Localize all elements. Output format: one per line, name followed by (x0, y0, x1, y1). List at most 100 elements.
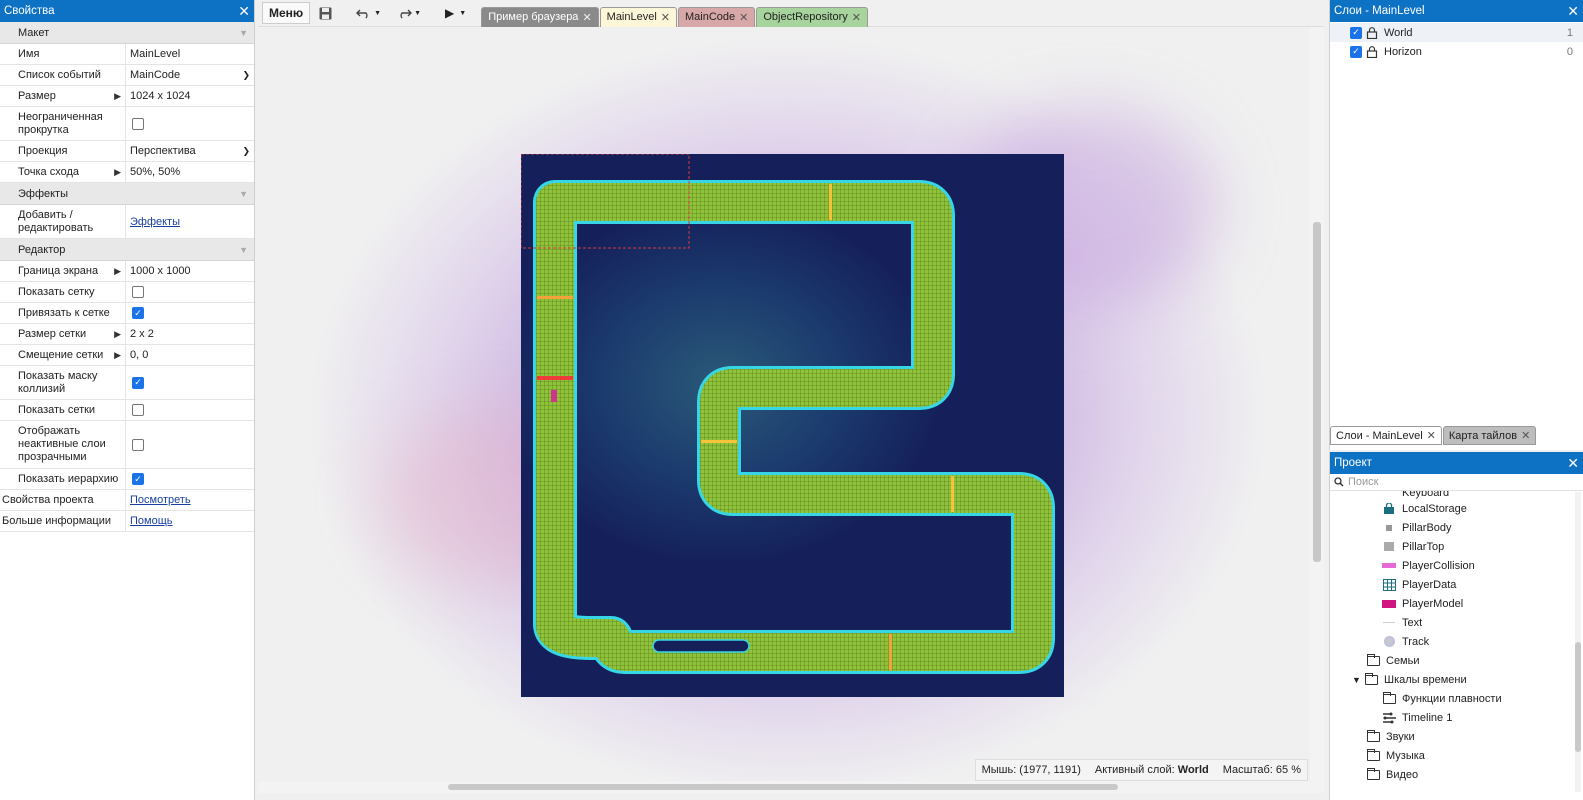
tree-item-playerdata[interactable]: PlayerData (1330, 575, 1583, 594)
close-icon[interactable]: ✕ (852, 11, 861, 24)
level-area[interactable] (520, 145, 1064, 697)
tree-item-timeline[interactable]: Timeline 1 (1330, 708, 1583, 727)
tree-label: Звуки (1386, 730, 1415, 743)
tree-item-pillarbody[interactable]: PillarBody (1330, 518, 1583, 537)
expand-icon[interactable]: ▶ (114, 90, 121, 103)
search-input[interactable]: Поиск (1330, 474, 1583, 491)
mesh-checkbox[interactable] (132, 404, 144, 416)
document-tabs: Пример браузера ✕ MainLevel ✕ MainCode ✕ Ob… (480, 0, 868, 27)
close-icon[interactable]: ✕ (582, 11, 591, 24)
tab-browser-example[interactable]: Пример браузера ✕ (481, 6, 599, 27)
tree-item-playercollision[interactable]: PlayerCollision (1330, 556, 1583, 575)
chevron-down-icon[interactable]: ▼ (414, 10, 421, 17)
prop-label-size[interactable]: Размер ▶ (0, 86, 126, 106)
screen-field[interactable]: 1000 x 1000 (126, 261, 254, 281)
vertical-scrollbar[interactable] (1575, 492, 1581, 792)
tree-item-keyboard[interactable]: Keyboard (1330, 491, 1583, 499)
folder-icon (1364, 672, 1378, 686)
scrollbar-thumb[interactable] (1313, 222, 1321, 562)
tree-label: PillarTop (1402, 540, 1445, 553)
grid-size-field[interactable]: 2 x 2 (126, 324, 254, 344)
snap-checkbox[interactable]: ✓ (132, 307, 144, 319)
tab-label: Карта тайлов (1448, 429, 1518, 442)
vanish-field[interactable]: 50%, 50% (126, 162, 254, 182)
tree-item-localstorage[interactable]: LocalStorage (1330, 499, 1583, 518)
hierarchy-checkbox[interactable]: ✓ (132, 473, 144, 485)
name-field[interactable]: MainLevel (126, 44, 254, 64)
tree-folder-easing[interactable]: Функции плавности (1330, 689, 1583, 708)
tree-item-text[interactable]: Text (1330, 613, 1583, 632)
collapse-icon[interactable]: ▼ (239, 28, 248, 38)
tree-item-track[interactable]: Track (1330, 632, 1583, 651)
close-icon[interactable]: ✕ (661, 11, 670, 24)
inactive-checkbox[interactable] (132, 438, 144, 451)
lock-icon[interactable] (1366, 45, 1378, 58)
tree-label: PlayerCollision (1402, 559, 1475, 572)
section-editor[interactable]: Редактор ▼ (0, 239, 254, 261)
tree-folder-families[interactable]: Семьи (1330, 651, 1583, 670)
prop-value: 1000 x 1000 (130, 265, 191, 277)
array-icon (1382, 578, 1396, 591)
view-project-link[interactable]: Посмотреть (130, 494, 191, 506)
play-icon[interactable]: ▶ ▼ (439, 2, 472, 24)
close-icon[interactable]: ✕ (238, 3, 250, 20)
collapse-icon[interactable]: ▼ (239, 245, 248, 255)
expand-icon[interactable]: ▶ (114, 349, 121, 362)
horizontal-scrollbar[interactable] (258, 781, 1310, 793)
prop-label-grid-size[interactable]: Размер сетки ▶ (0, 324, 126, 344)
close-icon[interactable]: ✕ (1427, 429, 1436, 442)
effects-link[interactable]: Эффекты (130, 216, 180, 228)
expand-icon[interactable]: ▶ (114, 166, 121, 179)
tree-folder-music[interactable]: Музыка (1330, 746, 1583, 765)
close-icon[interactable]: ✕ (1567, 455, 1579, 472)
collapse-icon[interactable]: ▼ (239, 189, 248, 199)
tree-folder-timelines[interactable]: ▼ Шкалы времени (1330, 670, 1583, 689)
undo-icon[interactable]: ▼ (350, 2, 387, 24)
expand-icon[interactable]: ▶ (114, 328, 121, 341)
redo-icon[interactable]: ▼ (390, 2, 427, 24)
prop-label-grid-offset[interactable]: Смещение сетки ▶ (0, 345, 126, 365)
chevron-down-icon[interactable]: ▼ (459, 10, 466, 17)
events-select[interactable]: MainCode ❯ (126, 65, 254, 85)
visible-checkbox[interactable]: ✓ (1350, 45, 1362, 58)
lock-icon[interactable] (1366, 26, 1378, 39)
layer-row-world[interactable]: ✓ World 1 (1330, 23, 1583, 42)
tab-layers[interactable]: Слои - MainLevel ✕ (1330, 426, 1442, 445)
help-link[interactable]: Помощь (130, 515, 173, 527)
tab-tilemap[interactable]: Карта тайлов ✕ (1442, 426, 1537, 445)
active-layer-value: World (1177, 764, 1209, 776)
vertical-scrollbar[interactable] (1310, 27, 1324, 793)
show-grid-checkbox[interactable] (132, 286, 144, 298)
tab-object-repository[interactable]: ObjectRepository ✕ (756, 6, 868, 27)
save-icon[interactable] (313, 2, 338, 24)
expand-down-icon[interactable]: ▼ (1352, 675, 1364, 685)
tab-maincode[interactable]: MainCode ✕ (678, 6, 756, 27)
close-icon[interactable]: ✕ (1521, 429, 1530, 442)
tree-item-pillartop[interactable]: PillarTop (1330, 537, 1583, 556)
unbounded-checkbox[interactable] (132, 117, 144, 130)
size-field[interactable]: 1024 x 1024 (126, 86, 254, 106)
tree-folder-sounds[interactable]: Звуки (1330, 727, 1583, 746)
section-effects[interactable]: Эффекты ▼ (0, 183, 254, 205)
projection-select[interactable]: Перспектива ❯ (126, 141, 254, 161)
layout-canvas[interactable]: Мышь: (1977, 1191) Активный слой: World … (258, 27, 1324, 793)
tree-folder-video[interactable]: Видео (1330, 765, 1583, 784)
layer-row-horizon[interactable]: ✓ Horizon 0 (1330, 42, 1583, 61)
chevron-down-icon[interactable]: ▼ (374, 10, 381, 17)
expand-icon[interactable]: ▶ (114, 265, 121, 278)
grid-offset-field[interactable]: 0, 0 (126, 345, 254, 365)
collision-checkbox[interactable]: ✓ (132, 376, 144, 389)
tree-item-playermodel[interactable]: PlayerModel (1330, 594, 1583, 613)
section-layout[interactable]: Макет ▼ (0, 22, 254, 44)
prop-row-mesh: Показать сетки (0, 400, 254, 421)
close-icon[interactable]: ✕ (1567, 3, 1579, 20)
scrollbar-thumb[interactable] (1575, 642, 1581, 752)
visible-checkbox[interactable]: ✓ (1350, 26, 1362, 39)
track-drawing[interactable] (520, 145, 1064, 697)
menu-button[interactable]: Меню (262, 2, 311, 24)
prop-label-vanish[interactable]: Точка схода ▶ (0, 162, 126, 182)
prop-label-screen[interactable]: Граница экрана ▶ (0, 261, 126, 281)
scrollbar-thumb[interactable] (448, 784, 1118, 790)
tab-mainlevel[interactable]: MainLevel ✕ (599, 6, 678, 27)
close-icon[interactable]: ✕ (739, 11, 748, 24)
